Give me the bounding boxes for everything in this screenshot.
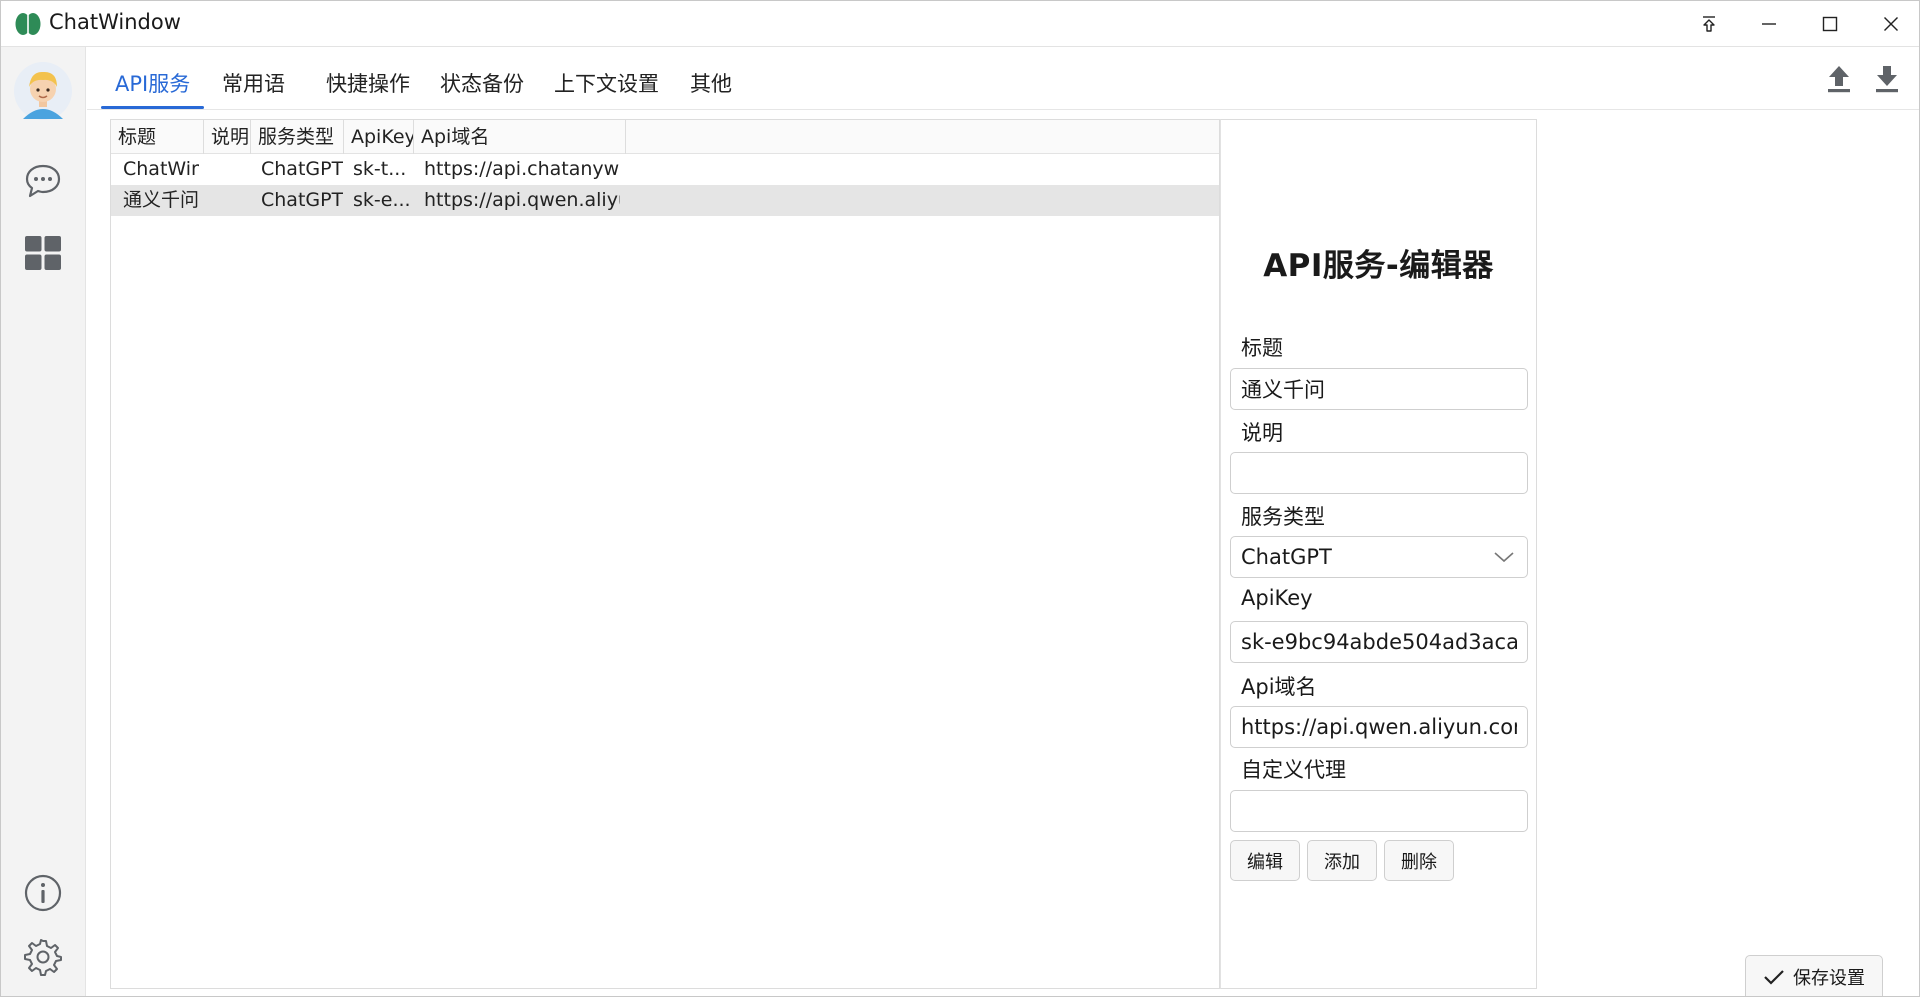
- grid-icon: [25, 236, 61, 270]
- tab-common-phrases[interactable]: 常用语: [208, 71, 299, 109]
- desc-label: 说明: [1241, 421, 1283, 445]
- avatar[interactable]: [13, 61, 73, 121]
- settings-nav-button[interactable]: [19, 933, 67, 981]
- save-settings-label: 保存设置: [1793, 968, 1865, 989]
- cell-domain: https://api.chatanywhe: [424, 158, 620, 180]
- column-header-apikey[interactable]: ApiKey: [344, 120, 414, 154]
- upload-button[interactable]: [1821, 59, 1857, 99]
- tab-quick-actions[interactable]: 快捷操作: [312, 71, 424, 109]
- tab-other[interactable]: 其他: [676, 71, 746, 109]
- proxy-label: 自定义代理: [1241, 758, 1346, 782]
- column-header-title[interactable]: 标题: [111, 120, 204, 154]
- edit-button[interactable]: 编辑: [1230, 840, 1300, 881]
- cell-apikey: sk-t...: [353, 158, 407, 180]
- cell-title: ChatWin: [123, 158, 199, 180]
- domain-input[interactable]: [1230, 706, 1528, 748]
- gear-icon: [24, 939, 62, 976]
- editor-title: API服务-编辑器: [1263, 248, 1494, 284]
- window-title: ChatWindow: [49, 10, 181, 34]
- cell-apikey: sk-e...: [353, 189, 411, 211]
- brain-icon: [15, 13, 41, 35]
- domain-label: Api域名: [1241, 675, 1317, 699]
- column-header-type[interactable]: 服务类型: [251, 120, 344, 154]
- tab-bar: API服务 常用语 快捷操作 状态备份 上下文设置 其他: [87, 47, 1919, 110]
- service-type-value: ChatGPT: [1241, 545, 1332, 569]
- minimize-icon: [1762, 23, 1776, 25]
- chat-nav-button[interactable]: [19, 157, 67, 205]
- proxy-input[interactable]: [1230, 790, 1528, 832]
- apikey-label: ApiKey: [1241, 586, 1313, 610]
- maximize-icon: [1822, 16, 1838, 32]
- apikey-input[interactable]: [1230, 621, 1528, 663]
- api-service-table: 标题 说明 服务类型 ApiKey Api域名 ChatWin ChatGPT …: [110, 119, 1220, 989]
- sidebar: [1, 47, 86, 996]
- desc-input[interactable]: [1230, 452, 1528, 494]
- table-header: 标题 说明 服务类型 ApiKey Api域名: [111, 120, 1219, 154]
- upload-icon: [1828, 66, 1850, 93]
- tab-api-service[interactable]: API服务: [101, 71, 205, 109]
- close-button[interactable]: [1861, 1, 1919, 47]
- column-header-domain[interactable]: Api域名: [414, 120, 626, 154]
- table-row[interactable]: ChatWin ChatGPT sk-t... https://api.chat…: [111, 154, 1219, 185]
- type-label: 服务类型: [1241, 505, 1325, 529]
- download-button[interactable]: [1869, 59, 1905, 99]
- column-header-desc[interactable]: 说明: [204, 120, 251, 154]
- chat-bubble-icon: [25, 164, 61, 198]
- add-button[interactable]: 添加: [1307, 840, 1377, 881]
- tab-context-settings[interactable]: 上下文设置: [540, 71, 673, 109]
- avatar-icon: [14, 62, 72, 120]
- api-service-editor: API服务-编辑器 标题 说明 服务类型 ChatGPT ApiKey Api域…: [1220, 119, 1537, 989]
- pin-top-icon: [1703, 16, 1715, 32]
- info-icon: [24, 874, 62, 912]
- cell-type: ChatGPT: [261, 158, 343, 180]
- pin-top-button[interactable]: [1679, 1, 1739, 47]
- apps-nav-button[interactable]: [19, 229, 67, 277]
- table-row-selected[interactable]: 通义千问 ChatGPT sk-e... https://api.qwen.al…: [111, 185, 1219, 216]
- title-input[interactable]: [1230, 368, 1528, 410]
- check-icon: [1764, 970, 1784, 985]
- cell-title: 通义千问: [123, 189, 199, 211]
- title-label: 标题: [1241, 336, 1283, 360]
- app-window: ChatWindow API服务 常用语 快捷操作 状态备份 上下文设置 其他 …: [0, 0, 1920, 997]
- delete-button[interactable]: 删除: [1384, 840, 1454, 881]
- info-nav-button[interactable]: [19, 869, 67, 917]
- save-settings-button[interactable]: 保存设置: [1745, 955, 1883, 996]
- service-type-select[interactable]: ChatGPT: [1230, 536, 1528, 578]
- tab-state-backup[interactable]: 状态备份: [426, 71, 538, 109]
- title-bar: ChatWindow: [1, 1, 1919, 47]
- cell-desc: [211, 154, 249, 185]
- cell-domain: https://api.qwen.aliyun: [424, 189, 620, 211]
- maximize-button[interactable]: [1800, 1, 1860, 47]
- close-icon: [1884, 17, 1898, 31]
- cell-desc: [211, 185, 249, 216]
- download-icon: [1876, 66, 1898, 93]
- minimize-button[interactable]: [1739, 1, 1799, 47]
- chevron-down-icon: [1494, 552, 1514, 563]
- cell-type: ChatGPT: [261, 189, 343, 211]
